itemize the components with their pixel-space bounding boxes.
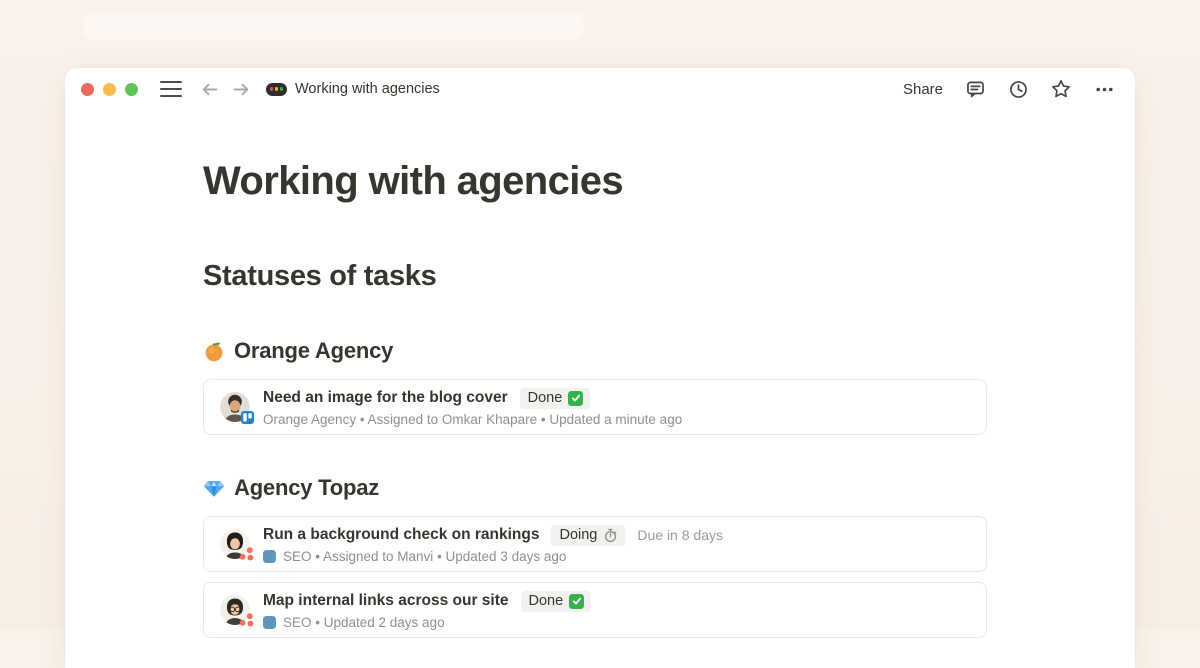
section-heading: Statuses of tasks bbox=[203, 260, 987, 293]
status-label: Done bbox=[528, 390, 563, 406]
group-heading-orange-agency: Orange Agency bbox=[203, 338, 987, 364]
star-icon bbox=[1050, 78, 1072, 100]
task-meta: SEO • Updated 2 days ago bbox=[283, 615, 445, 630]
back-arrow-icon bbox=[199, 79, 220, 100]
minimize-button[interactable] bbox=[103, 83, 116, 96]
comment-icon bbox=[965, 79, 986, 100]
zoom-button[interactable] bbox=[125, 83, 138, 96]
due-date: Due in 8 days bbox=[637, 527, 723, 543]
notion-window: Working with agencies Share bbox=[65, 68, 1135, 668]
green-check-icon bbox=[569, 594, 584, 609]
status-badge: Done bbox=[521, 591, 592, 612]
group-name: Orange Agency bbox=[234, 338, 393, 364]
trello-icon bbox=[241, 411, 254, 424]
traffic-light-page-icon bbox=[266, 83, 287, 96]
gem-emoji-icon bbox=[203, 477, 225, 499]
background-highlight-decor bbox=[84, 13, 584, 40]
task-title: Map internal links across our site bbox=[263, 592, 509, 610]
status-badge: Done bbox=[520, 388, 591, 409]
breadcrumb[interactable]: Working with agencies bbox=[266, 81, 440, 97]
forward-arrow-icon bbox=[231, 79, 252, 100]
history-nav bbox=[198, 78, 252, 100]
favorite-button[interactable] bbox=[1050, 78, 1072, 100]
ellipsis-icon bbox=[1094, 79, 1115, 100]
group-name: Agency Topaz bbox=[234, 475, 379, 501]
seo-tag-icon bbox=[263, 616, 276, 629]
task-meta-row: SEO • Assigned to Manvi • Updated 3 days… bbox=[263, 549, 723, 564]
assignee-avatar bbox=[220, 595, 250, 625]
task-card[interactable]: Need an image for the blog cover Done Or… bbox=[203, 379, 987, 435]
status-badge: Doing bbox=[551, 525, 625, 546]
task-text: Map internal links across our site Done … bbox=[263, 591, 591, 630]
clock-icon bbox=[1008, 79, 1029, 100]
stopwatch-icon bbox=[603, 528, 618, 543]
group-heading-agency-topaz: Agency Topaz bbox=[203, 475, 987, 501]
close-button[interactable] bbox=[81, 83, 94, 96]
assignee-avatar bbox=[220, 529, 250, 559]
task-text: Need an image for the blog cover Done Or… bbox=[263, 388, 682, 427]
task-title: Run a background check on rankings bbox=[263, 526, 539, 544]
asana-icon bbox=[239, 613, 254, 627]
forward-button[interactable] bbox=[230, 78, 252, 100]
updates-button[interactable] bbox=[1007, 78, 1029, 100]
task-card[interactable]: Run a background check on rankings Doing… bbox=[203, 516, 987, 572]
status-label: Done bbox=[529, 593, 564, 609]
green-check-icon bbox=[568, 391, 583, 406]
back-button[interactable] bbox=[198, 78, 220, 100]
tangerine-emoji-icon bbox=[203, 340, 225, 362]
sidebar-toggle-button[interactable] bbox=[160, 81, 182, 97]
task-meta-row: SEO • Updated 2 days ago bbox=[263, 615, 591, 630]
task-title: Need an image for the blog cover bbox=[263, 389, 508, 407]
seo-tag-icon bbox=[263, 550, 276, 563]
status-label: Doing bbox=[559, 527, 597, 543]
titlebar-actions: Share bbox=[903, 78, 1115, 100]
task-meta: SEO • Assigned to Manvi • Updated 3 days… bbox=[283, 549, 566, 564]
comments-button[interactable] bbox=[964, 78, 986, 100]
titlebar-page-title: Working with agencies bbox=[295, 81, 440, 97]
window-titlebar: Working with agencies Share bbox=[65, 68, 1135, 110]
asana-icon bbox=[239, 547, 254, 561]
task-meta: Orange Agency • Assigned to Omkar Khapar… bbox=[263, 412, 682, 427]
page-content: Working with agencies Statuses of tasks … bbox=[203, 160, 987, 638]
more-button[interactable] bbox=[1093, 78, 1115, 100]
share-button[interactable]: Share bbox=[903, 81, 943, 98]
page-title: Working with agencies bbox=[203, 160, 987, 202]
assignee-avatar bbox=[220, 392, 250, 422]
task-text: Run a background check on rankings Doing… bbox=[263, 525, 723, 564]
